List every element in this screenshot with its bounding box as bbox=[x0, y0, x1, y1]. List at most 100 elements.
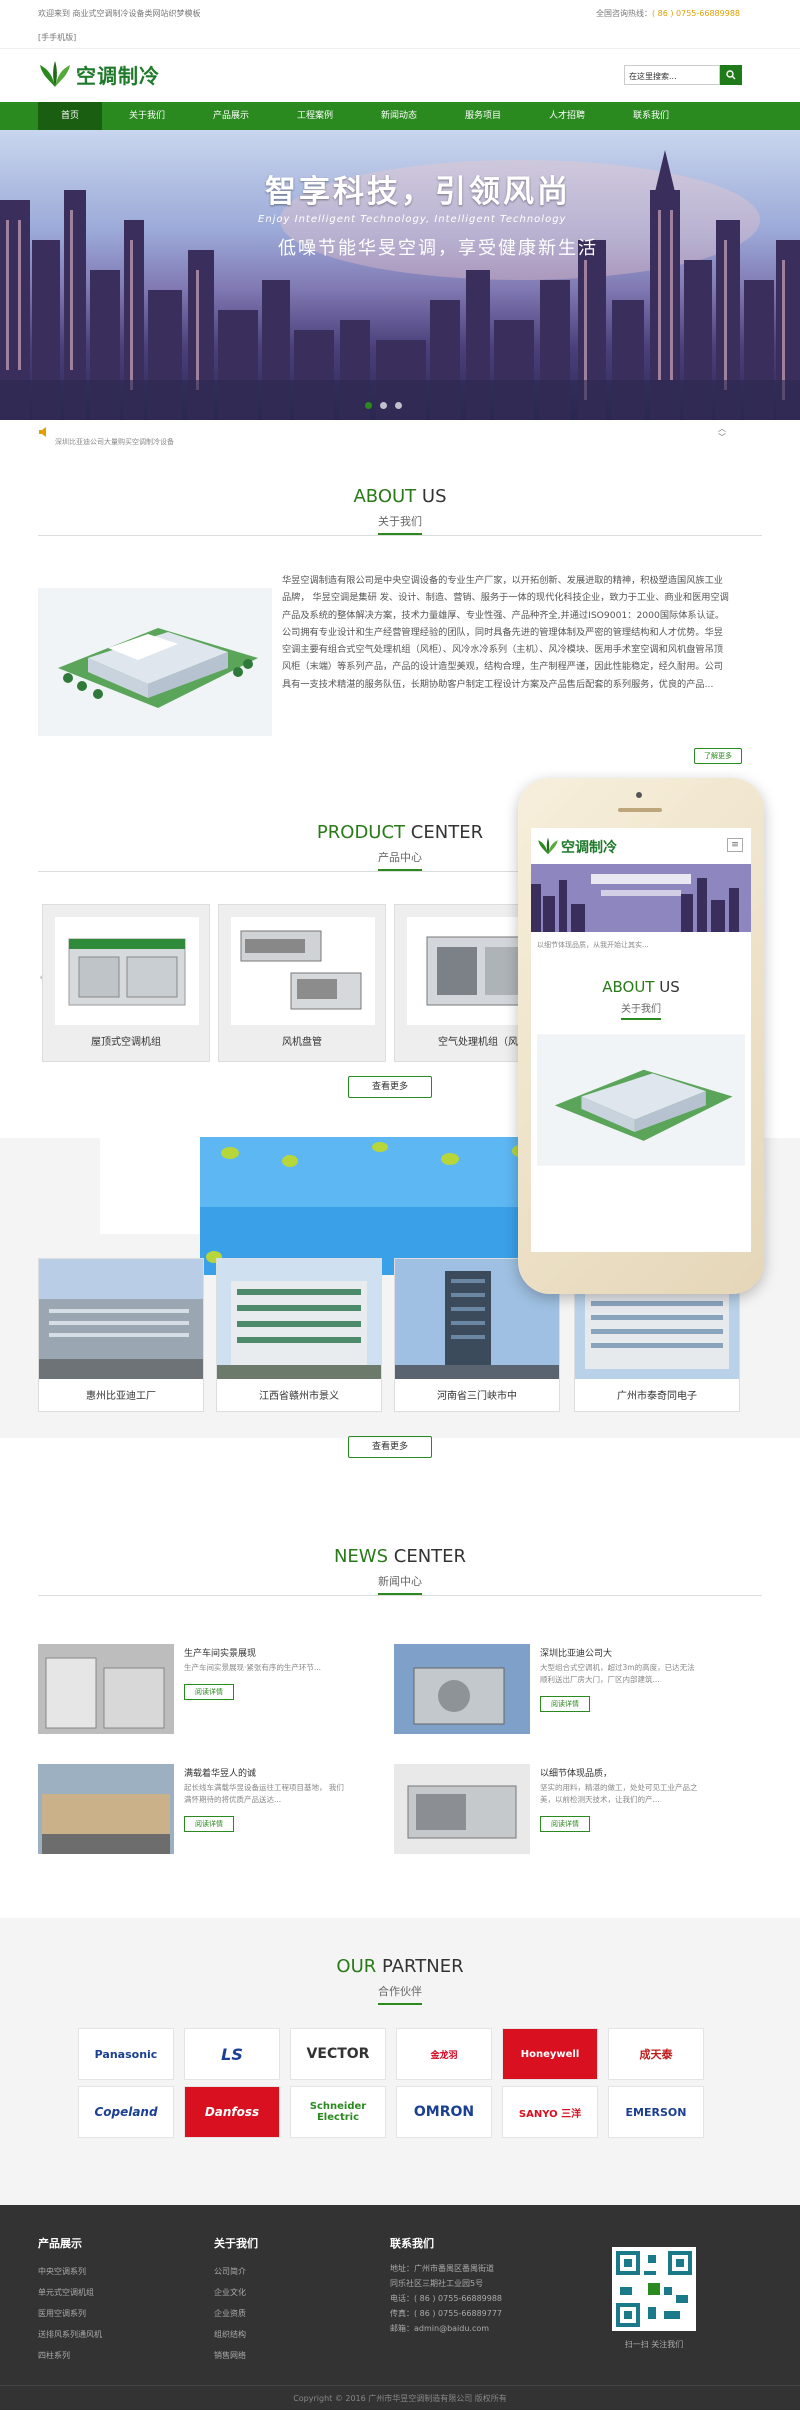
cases-more-button[interactable]: 查看更多 bbox=[348, 1436, 432, 1458]
product-name: 风机盘管 bbox=[282, 1037, 322, 1048]
phone-logo-text: 空调制冷 bbox=[561, 840, 617, 856]
read-more-button[interactable]: 阅读详情 bbox=[540, 1816, 590, 1832]
read-more-button[interactable]: 阅读详情 bbox=[184, 1816, 234, 1832]
news-item[interactable]: 以细节体现品质， 坚实的用料，精湛的做工，处处可见工业产品之美，以前检测天技术，… bbox=[394, 1764, 734, 1856]
search-button[interactable] bbox=[720, 65, 742, 85]
notice-arrows[interactable]: ︿ ﹀ bbox=[718, 424, 726, 442]
case-image bbox=[217, 1259, 381, 1379]
nav-item-services[interactable]: 服务项目 bbox=[448, 102, 518, 130]
footer-link[interactable]: 单元式空调机组 bbox=[38, 2282, 102, 2303]
footer-col-products: 产品展示 中央空调系列 单元式空调机组 医用空调系列 送排风系列通风机 四柱系列 bbox=[38, 2235, 102, 2366]
footer-link[interactable]: 组织结构 bbox=[214, 2324, 258, 2345]
top-bar: 欢迎来到 商业式空调制冷设备类网站织梦模板 [手手机版] 全国咨询热线：( 86… bbox=[0, 0, 800, 48]
phone-factory-image bbox=[537, 1034, 745, 1166]
footer-contact-line: 电话：( 86 ) 0755-66889988 bbox=[390, 2294, 503, 2303]
footer-col-about: 关于我们 公司简介 企业文化 企业资质 组织结构 销售网络 bbox=[214, 2235, 258, 2366]
nav-item-about[interactable]: 关于我们 bbox=[112, 102, 182, 130]
case-card[interactable]: 江西省赣州市景义 bbox=[216, 1258, 382, 1412]
section-title-cn: 产品中心 bbox=[378, 849, 422, 871]
footer-col-contact: 联系我们 地址：广州市番禺区番禺街道 同乐社区三期社工业园5号 电话：( 86 … bbox=[390, 2235, 502, 2336]
search-input[interactable]: 在这里搜索... bbox=[624, 65, 720, 85]
title-en-accent: ABOUT bbox=[353, 486, 417, 507]
news-title[interactable]: 以细节体现品质， bbox=[540, 1766, 612, 1779]
nav-item-news[interactable]: 新闻动态 bbox=[364, 102, 434, 130]
copyright: Copyright © 2016 广州市华昱空调制造有限公司 版权所有 bbox=[0, 2385, 800, 2410]
banner-dot[interactable] bbox=[380, 402, 387, 409]
hotline-label: 全国咨询热线： bbox=[595, 9, 652, 18]
footer-link[interactable]: 中央空调系列 bbox=[38, 2261, 102, 2282]
footer-link[interactable]: 公司简介 bbox=[214, 2261, 258, 2282]
news-item[interactable]: 深圳比亚迪公司大 大型组合式空调机，超过3m的高度，已达无法顺利送出厂房大门，厂… bbox=[394, 1644, 734, 1736]
partner-logo[interactable]: LS bbox=[184, 2028, 280, 2080]
partner-logo[interactable]: 成天泰 bbox=[608, 2028, 704, 2080]
nav-item-products[interactable]: 产品展示 bbox=[196, 102, 266, 130]
mobile-version-link[interactable]: [手手机版] bbox=[38, 32, 76, 43]
section-title-en: ABOUT US bbox=[0, 486, 800, 507]
partner-logo[interactable]: Honeywell bbox=[502, 2028, 598, 2080]
chevron-up-icon[interactable]: ︿ bbox=[718, 424, 726, 433]
partner-logo[interactable]: VECTOR bbox=[290, 2028, 386, 2080]
footer-contact-line: 地址：广州市番禺区番禺街道 bbox=[390, 2264, 494, 2273]
footer-link[interactable]: 企业文化 bbox=[214, 2282, 258, 2303]
section-title-cn: 关于我们 bbox=[621, 1004, 661, 1020]
title-en-rest: CENTER bbox=[393, 1546, 467, 1567]
case-name: 惠州比亚迪工厂 bbox=[86, 1391, 156, 1402]
case-name: 河南省三门峡市中 bbox=[437, 1391, 517, 1402]
nav-item-home[interactable]: 首页 bbox=[38, 102, 102, 130]
partner-logo[interactable]: EMERSON bbox=[608, 2086, 704, 2138]
case-card[interactable]: 惠州比亚迪工厂 bbox=[38, 1258, 204, 1412]
phone-speaker bbox=[618, 808, 662, 812]
hero-banner[interactable]: 智享科技，引领风尚 Enjoy Intelligent Technology, … bbox=[0, 130, 800, 420]
phone-camera bbox=[636, 792, 642, 798]
banner-pagination bbox=[365, 402, 402, 409]
news-image bbox=[394, 1764, 530, 1854]
read-more-button[interactable]: 阅读详情 bbox=[184, 1684, 234, 1700]
products-more-button[interactable]: 查看更多 bbox=[348, 1076, 432, 1098]
divider bbox=[38, 1595, 762, 1596]
partner-logo[interactable]: SANYO 三洋 bbox=[502, 2086, 598, 2138]
hotline: 全国咨询热线：( 86 ) 0755-66889988 bbox=[596, 8, 740, 19]
product-card[interactable]: 风机盘管 bbox=[218, 904, 386, 1062]
footer-link[interactable]: 企业资质 bbox=[214, 2303, 258, 2324]
footer-link[interactable]: 四柱系列 bbox=[38, 2345, 102, 2366]
leaf-logo-icon bbox=[40, 61, 70, 87]
news-image bbox=[38, 1644, 174, 1734]
product-card[interactable]: 屋顶式空调机组 bbox=[42, 904, 210, 1062]
notice-text[interactable]: 深圳比亚迪公司大量购买空调制冷设备 bbox=[55, 437, 174, 447]
nav-item-cases[interactable]: 工程案例 bbox=[280, 102, 350, 130]
phone-notice[interactable]: 以细节体现品质，从我开始让其实... bbox=[537, 940, 747, 950]
welcome-text: 欢迎来到 商业式空调制冷设备类网站织梦模板 bbox=[38, 9, 201, 18]
news-title[interactable]: 深圳比亚迪公司大 bbox=[540, 1646, 612, 1659]
footer-heading: 联系我们 bbox=[390, 2237, 434, 2250]
footer-link[interactable]: 销售网络 bbox=[214, 2345, 258, 2366]
news-item[interactable]: 生产车间实景展现 生产车间实景展现·紧张有序的生产环节... 阅读详情 bbox=[38, 1644, 378, 1736]
menu-icon[interactable]: ≡ bbox=[727, 838, 743, 852]
partner-logo[interactable]: Danfoss bbox=[184, 2086, 280, 2138]
partner-logo[interactable]: 金龙羽 bbox=[396, 2028, 492, 2080]
news-image bbox=[38, 1764, 174, 1854]
footer-link[interactable]: 医用空调系列 bbox=[38, 2303, 102, 2324]
news-title[interactable]: 生产车间实景展现 bbox=[184, 1646, 256, 1659]
nav-item-contact[interactable]: 联系我们 bbox=[616, 102, 686, 130]
footer-link[interactable]: 送排风系列通风机 bbox=[38, 2324, 102, 2345]
chevron-down-icon[interactable]: ﹀ bbox=[718, 433, 726, 442]
site-logo[interactable]: 空调制冷 bbox=[38, 59, 160, 89]
qr-caption: 扫一扫 关注我们 bbox=[624, 2340, 684, 2349]
partner-logo[interactable]: Schneider Electric bbox=[290, 2086, 386, 2138]
banner-dot[interactable] bbox=[395, 402, 402, 409]
case-image bbox=[39, 1259, 203, 1379]
banner-dot[interactable] bbox=[365, 402, 372, 409]
news-title[interactable]: 满载着华昱人的诚 bbox=[184, 1766, 256, 1779]
search-icon bbox=[726, 70, 736, 80]
partner-logo[interactable]: Panasonic bbox=[78, 2028, 174, 2080]
read-more-button[interactable]: 阅读详情 bbox=[540, 1696, 590, 1712]
product-image bbox=[231, 917, 375, 1025]
nav-item-jobs[interactable]: 人才招聘 bbox=[532, 102, 602, 130]
phone-screen: 空调制冷 ≡ 以细节体现品质，从我开始让其实... ABOUT US 关于我们 bbox=[531, 828, 751, 1252]
partner-logo[interactable]: OMRON bbox=[396, 2086, 492, 2138]
news-desc: 坚实的用料，精湛的做工，处处可见工业产品之美，以前检测天技术，让我们的产... bbox=[540, 1783, 698, 1804]
news-item[interactable]: 满载着华昱人的诚 起长线车满载华昱设备运往工程项目基地， 我们满怀期待的将优质产… bbox=[38, 1764, 378, 1856]
partner-logo[interactable]: Copeland bbox=[78, 2086, 174, 2138]
title-en-rest: PARTNER bbox=[382, 1956, 464, 1977]
learn-more-button[interactable]: 了解更多 bbox=[694, 748, 742, 764]
